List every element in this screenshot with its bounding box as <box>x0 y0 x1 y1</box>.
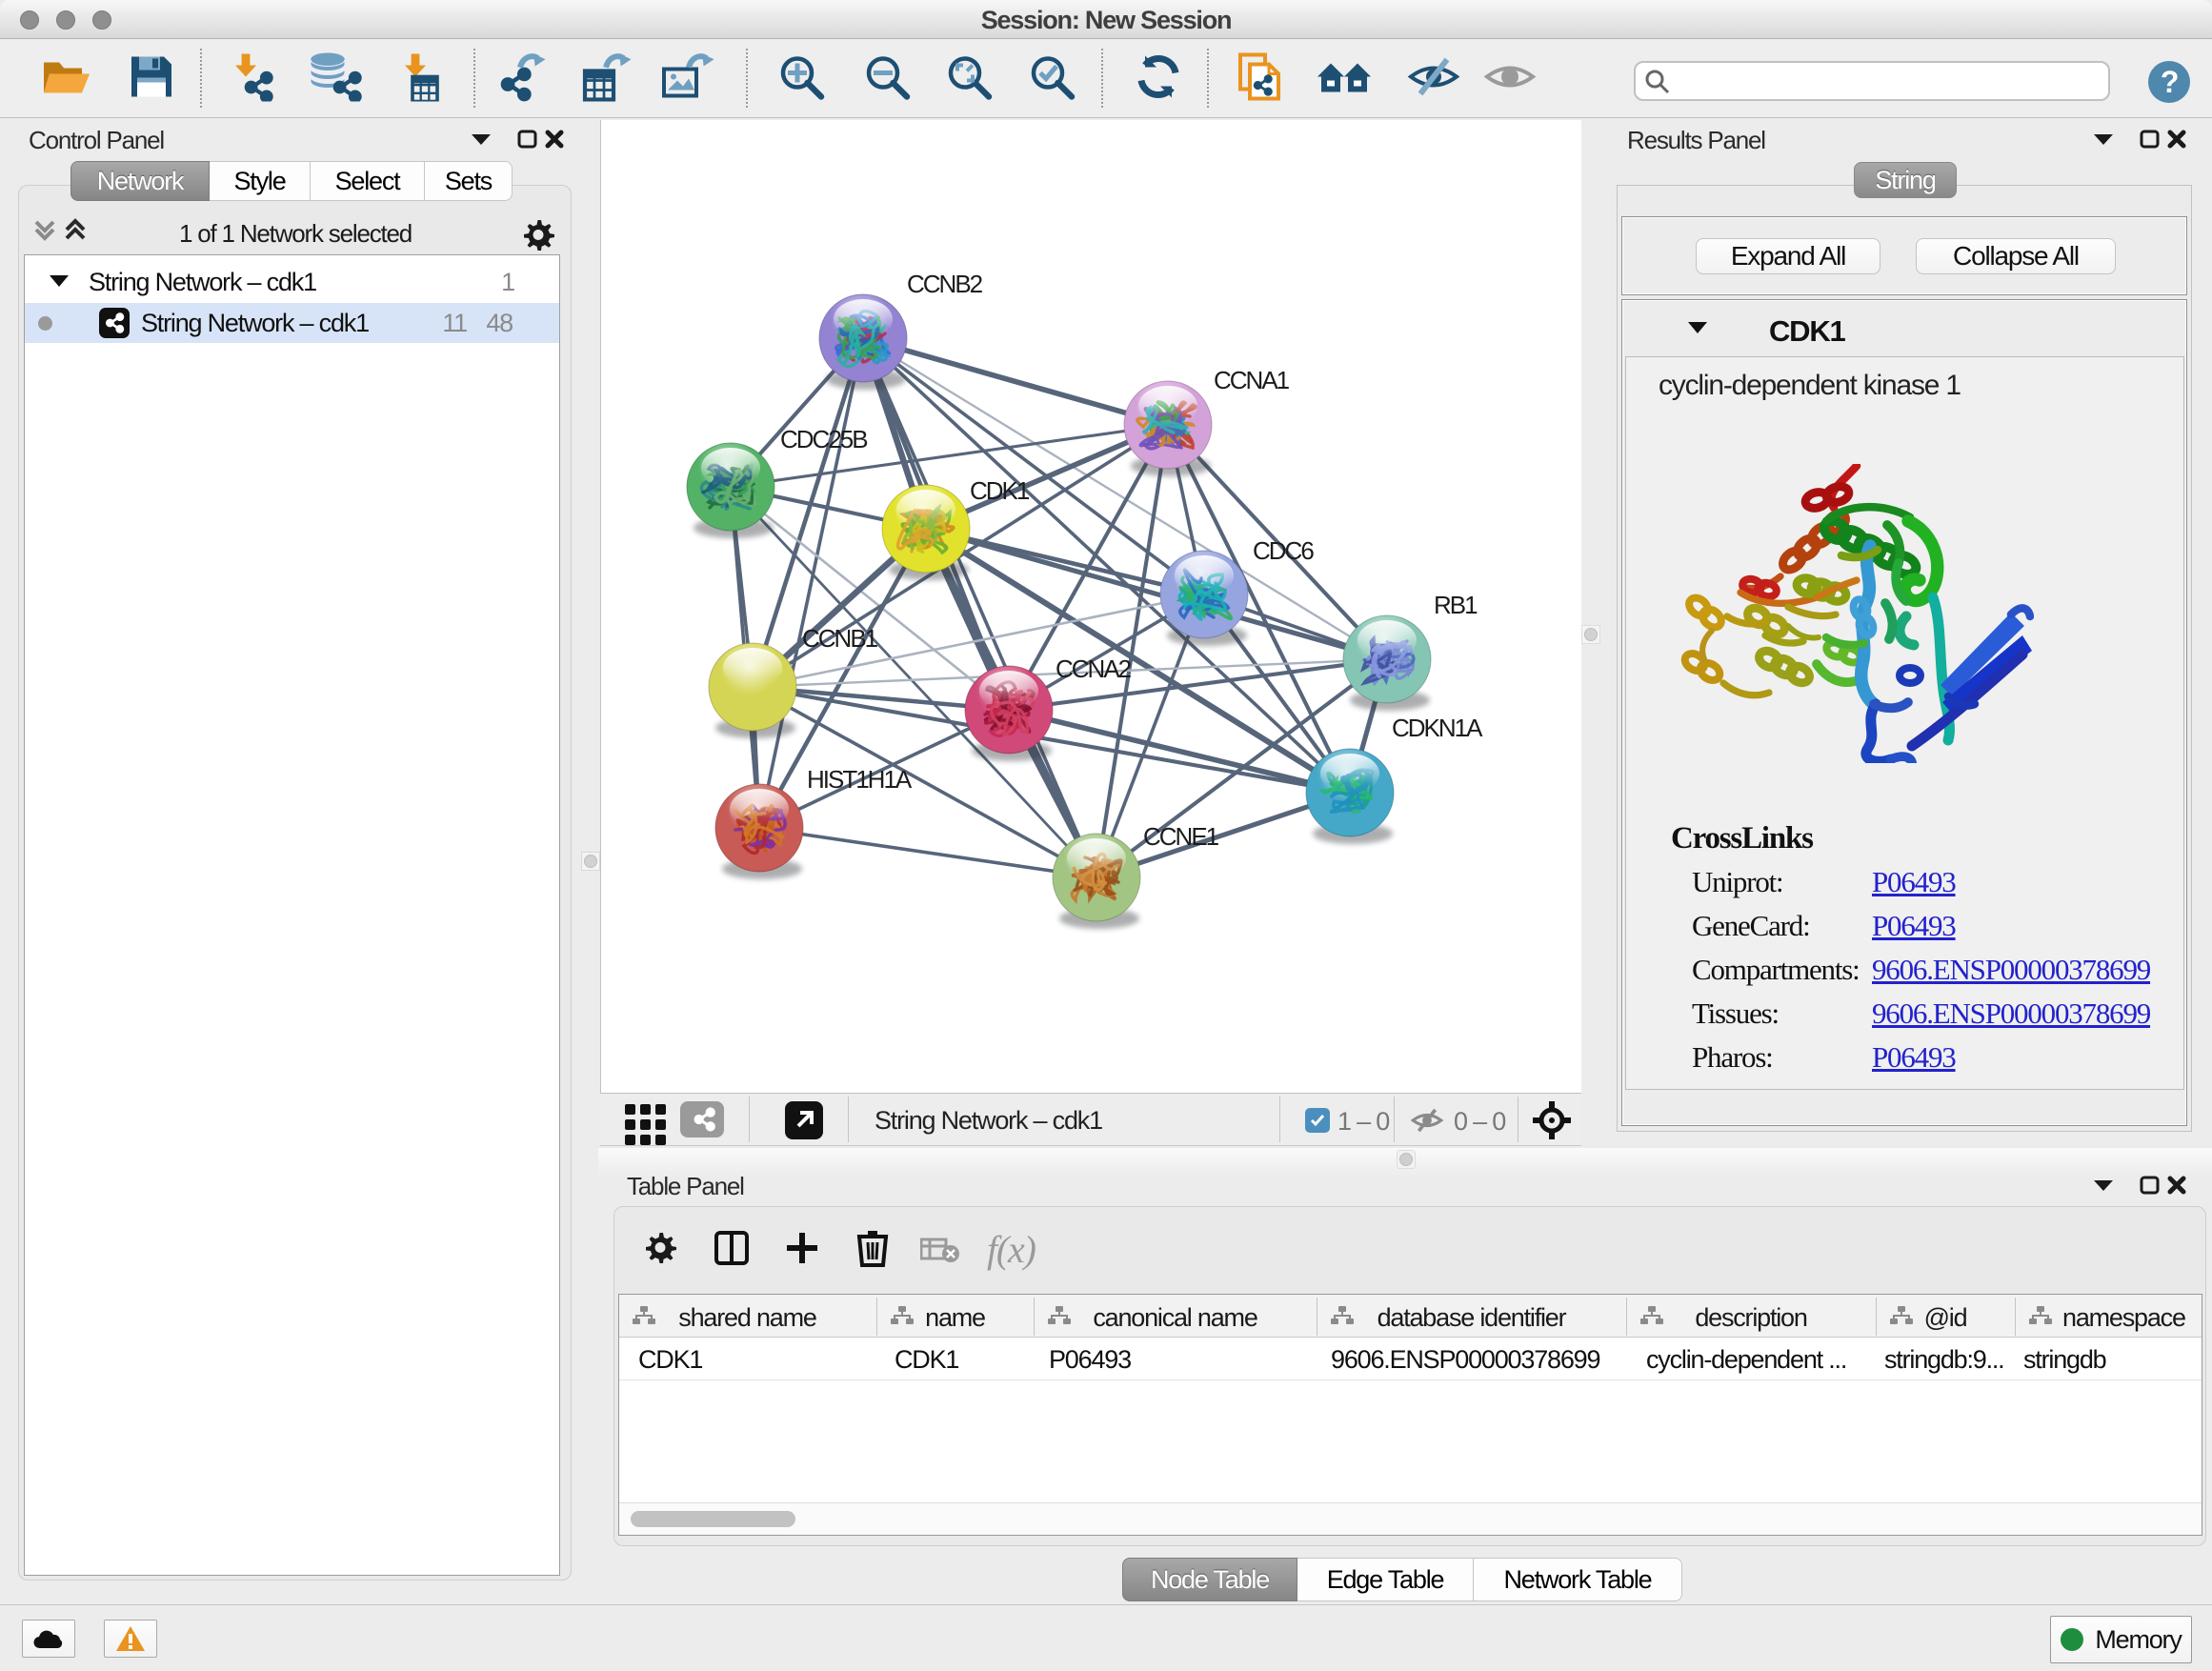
svg-text:CDC6: CDC6 <box>1253 536 1314 565</box>
svg-text:RB1: RB1 <box>1434 591 1478 619</box>
svg-text:CDKN1A: CDKN1A <box>1392 714 1483 742</box>
svg-text:CCNB1: CCNB1 <box>802 624 878 653</box>
svg-text:CCNB2: CCNB2 <box>907 270 983 298</box>
svg-text:CDK1: CDK1 <box>970 476 1030 505</box>
svg-text:HIST1H1A: HIST1H1A <box>807 765 913 794</box>
svg-text:CDC25B: CDC25B <box>780 425 867 453</box>
svg-text:CCNA1: CCNA1 <box>1214 366 1290 394</box>
svg-text:CCNE1: CCNE1 <box>1143 822 1219 851</box>
svg-text:CCNA2: CCNA2 <box>1056 654 1132 683</box>
